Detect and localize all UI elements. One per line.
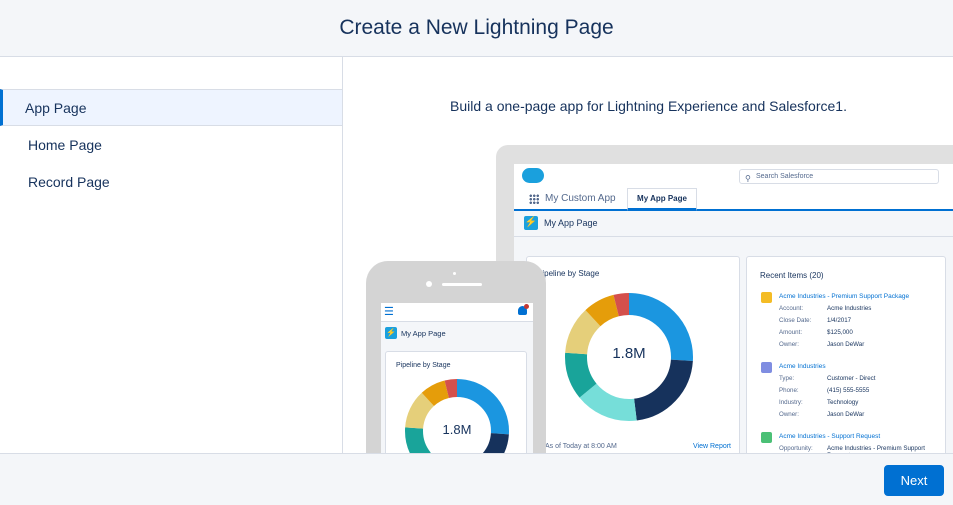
mobile-top-bar: ☰ <box>381 303 533 322</box>
page-type-list: App Page Home Page Record Page <box>0 57 343 453</box>
phone-sensor <box>453 272 456 275</box>
mobile-chart-title: Pipeline by Stage <box>396 362 451 369</box>
page-title: Create a New Lightning Page <box>339 16 614 39</box>
mobile-preview-clip: ☰ ⚡ My App Page Pipeline by Stage 1.8M <box>344 57 953 453</box>
mobile-donut-chart <box>405 379 509 453</box>
mobile-page-header: ⚡ My App Page <box>381 322 533 344</box>
sidebar-item-label: Record Page <box>28 173 110 190</box>
next-button[interactable]: Next <box>884 465 944 496</box>
sidebar-item-home-page[interactable]: Home Page <box>0 126 342 163</box>
sidebar-item-app-page[interactable]: App Page <box>0 89 342 126</box>
menu-icon: ☰ <box>384 306 394 318</box>
phone-speaker <box>442 283 482 286</box>
mobile-donut-center-value: 1.8M <box>442 422 472 437</box>
mobile-page-title: My App Page <box>401 329 446 338</box>
sidebar-item-label: Home Page <box>28 136 102 153</box>
sidebar-item-record-page[interactable]: Record Page <box>0 163 342 200</box>
lightning-bolt-icon: ⚡ <box>385 327 397 339</box>
mobile-preview-screen: ☰ ⚡ My App Page Pipeline by Stage 1.8M <box>381 303 533 453</box>
notification-badge <box>524 304 529 309</box>
phone-camera <box>426 281 432 287</box>
modal-footer: Next <box>0 453 953 505</box>
sidebar-item-label: App Page <box>25 99 87 116</box>
modal-header: Create a New Lightning Page <box>0 0 953 57</box>
mobile-chart-card: Pipeline by Stage 1.8M <box>385 351 527 453</box>
